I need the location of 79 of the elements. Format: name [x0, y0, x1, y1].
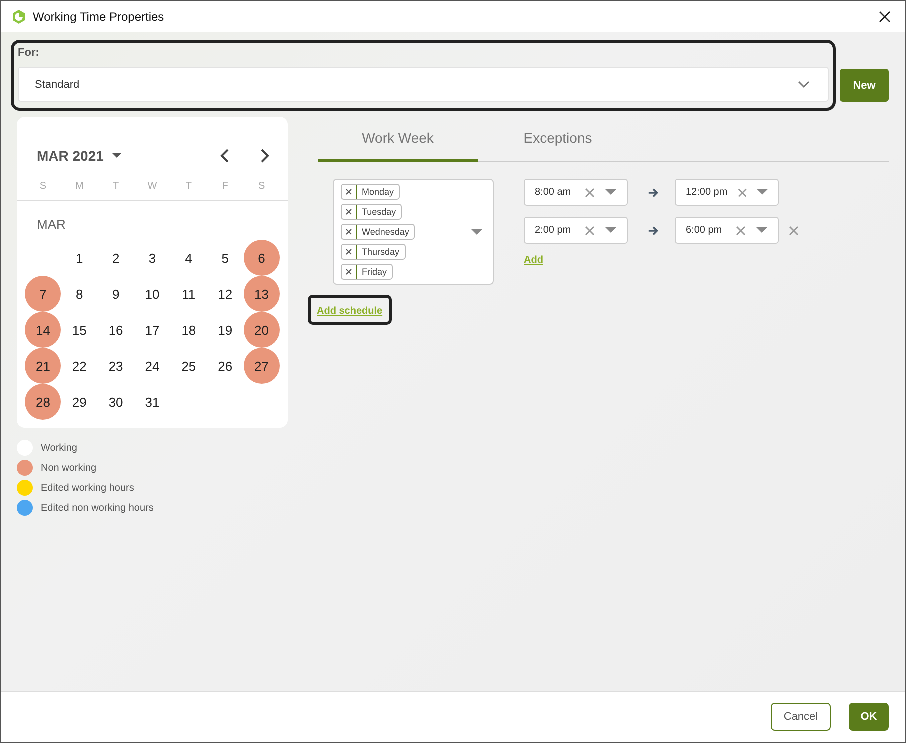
calendar-day[interactable]: 30 — [98, 384, 134, 420]
calendar-day[interactable]: 12 — [207, 276, 244, 312]
calendar-day[interactable]: 18 — [170, 312, 207, 348]
weekday-label: F — [221, 181, 230, 192]
calendar-day[interactable]: 8 — [62, 276, 98, 312]
caret-icon — [471, 228, 483, 236]
new-button[interactable]: New — [840, 69, 889, 102]
calendar-day[interactable]: 9 — [98, 276, 134, 312]
calendar-select[interactable]: Standard — [18, 67, 830, 102]
calendar-day[interactable]: 28 — [25, 384, 62, 420]
arrow-right-icon — [648, 188, 659, 198]
chevron-left-icon[interactable] — [220, 149, 230, 163]
calendar-day[interactable]: 21 — [25, 348, 62, 384]
calendar-day[interactable]: 20 — [244, 312, 280, 348]
field-label: For: — [18, 47, 40, 59]
clear-icon[interactable] — [585, 226, 595, 236]
calendar-day[interactable]: 17 — [134, 312, 170, 348]
calendar-day[interactable]: 5 — [207, 240, 244, 276]
calendar-day[interactable]: 23 — [98, 348, 134, 384]
clear-icon[interactable] — [585, 188, 595, 198]
day-chip: Tuesday — [341, 204, 402, 220]
caret-icon — [112, 153, 122, 159]
tab[interactable]: Work Week — [318, 117, 478, 162]
calendar-day[interactable]: 31 — [134, 384, 170, 420]
caret-icon — [605, 227, 617, 234]
app-logo-icon — [11, 8, 27, 24]
calendar-day[interactable]: 14 — [25, 312, 62, 348]
weekday-label: T — [112, 181, 120, 192]
clear-icon[interactable] — [738, 188, 747, 198]
weekday-label: M — [74, 181, 85, 192]
calendar-day[interactable]: 4 — [170, 240, 207, 276]
day-chip: Wednesday — [341, 224, 416, 240]
caret-icon — [756, 227, 768, 234]
calendar-day[interactable]: 7 — [25, 276, 62, 312]
chevron-right-icon[interactable] — [260, 149, 270, 163]
weekday-label: S — [38, 181, 48, 192]
calendar-day[interactable]: 3 — [134, 240, 170, 276]
calendar-day[interactable]: 6 — [244, 240, 280, 276]
calendar-day[interactable]: 10 — [134, 276, 170, 312]
legend-label: Edited non working hours — [41, 502, 154, 514]
weekday-label: S — [257, 181, 266, 192]
legend-label: Working — [41, 442, 78, 454]
clear-icon[interactable] — [736, 226, 746, 236]
calendar-day[interactable]: 27 — [244, 348, 280, 384]
legend-label: Non working — [41, 462, 97, 474]
time-select[interactable]: 6:00 pm — [675, 217, 779, 244]
ok-button[interactable]: OK — [849, 703, 889, 731]
cancel-button[interactable]: Cancel — [771, 703, 831, 731]
calendar-day[interactable]: 1 — [62, 240, 98, 276]
month-picker[interactable]: MAR 2021 — [37, 148, 190, 164]
day-chip: Monday — [341, 184, 400, 200]
calendar-day[interactable]: 19 — [207, 312, 244, 348]
time-select[interactable]: 2:00 pm — [524, 217, 628, 244]
calendar-day[interactable]: 2 — [98, 240, 134, 276]
calendar-day[interactable]: 11 — [170, 276, 207, 312]
days-multiselect[interactable]: Monday Tuesday Wednesday Thursday Friday — [333, 179, 494, 285]
time-select[interactable]: 8:00 am — [524, 179, 628, 206]
arrow-right-icon — [648, 226, 659, 236]
caret-icon — [756, 189, 768, 196]
calendar-day[interactable]: 29 — [62, 384, 98, 420]
weekday-label: W — [146, 181, 158, 192]
day-chip: Friday — [341, 264, 394, 280]
chevron-down-icon — [798, 80, 810, 88]
calendar-day[interactable]: 16 — [98, 312, 134, 348]
time-select[interactable]: 12:00 pm — [675, 179, 779, 206]
calendar-day[interactable]: 25 — [170, 348, 207, 384]
legend-label: Edited working hours — [41, 482, 134, 494]
calendar-day[interactable]: 22 — [62, 348, 98, 384]
tab[interactable]: Exceptions — [478, 117, 638, 162]
month-label: MAR — [36, 216, 67, 234]
window-title: Working Time Properties — [33, 10, 166, 24]
calendar-day[interactable]: 24 — [134, 348, 170, 384]
day-chip: Thursday — [341, 244, 406, 260]
weekday-label: T — [184, 181, 193, 192]
calendar-day[interactable]: 15 — [62, 312, 98, 348]
close-icon — [879, 10, 891, 22]
calendar-day[interactable]: 26 — [207, 348, 244, 384]
caret-icon — [605, 189, 617, 196]
calendar-day[interactable]: 13 — [244, 276, 280, 312]
